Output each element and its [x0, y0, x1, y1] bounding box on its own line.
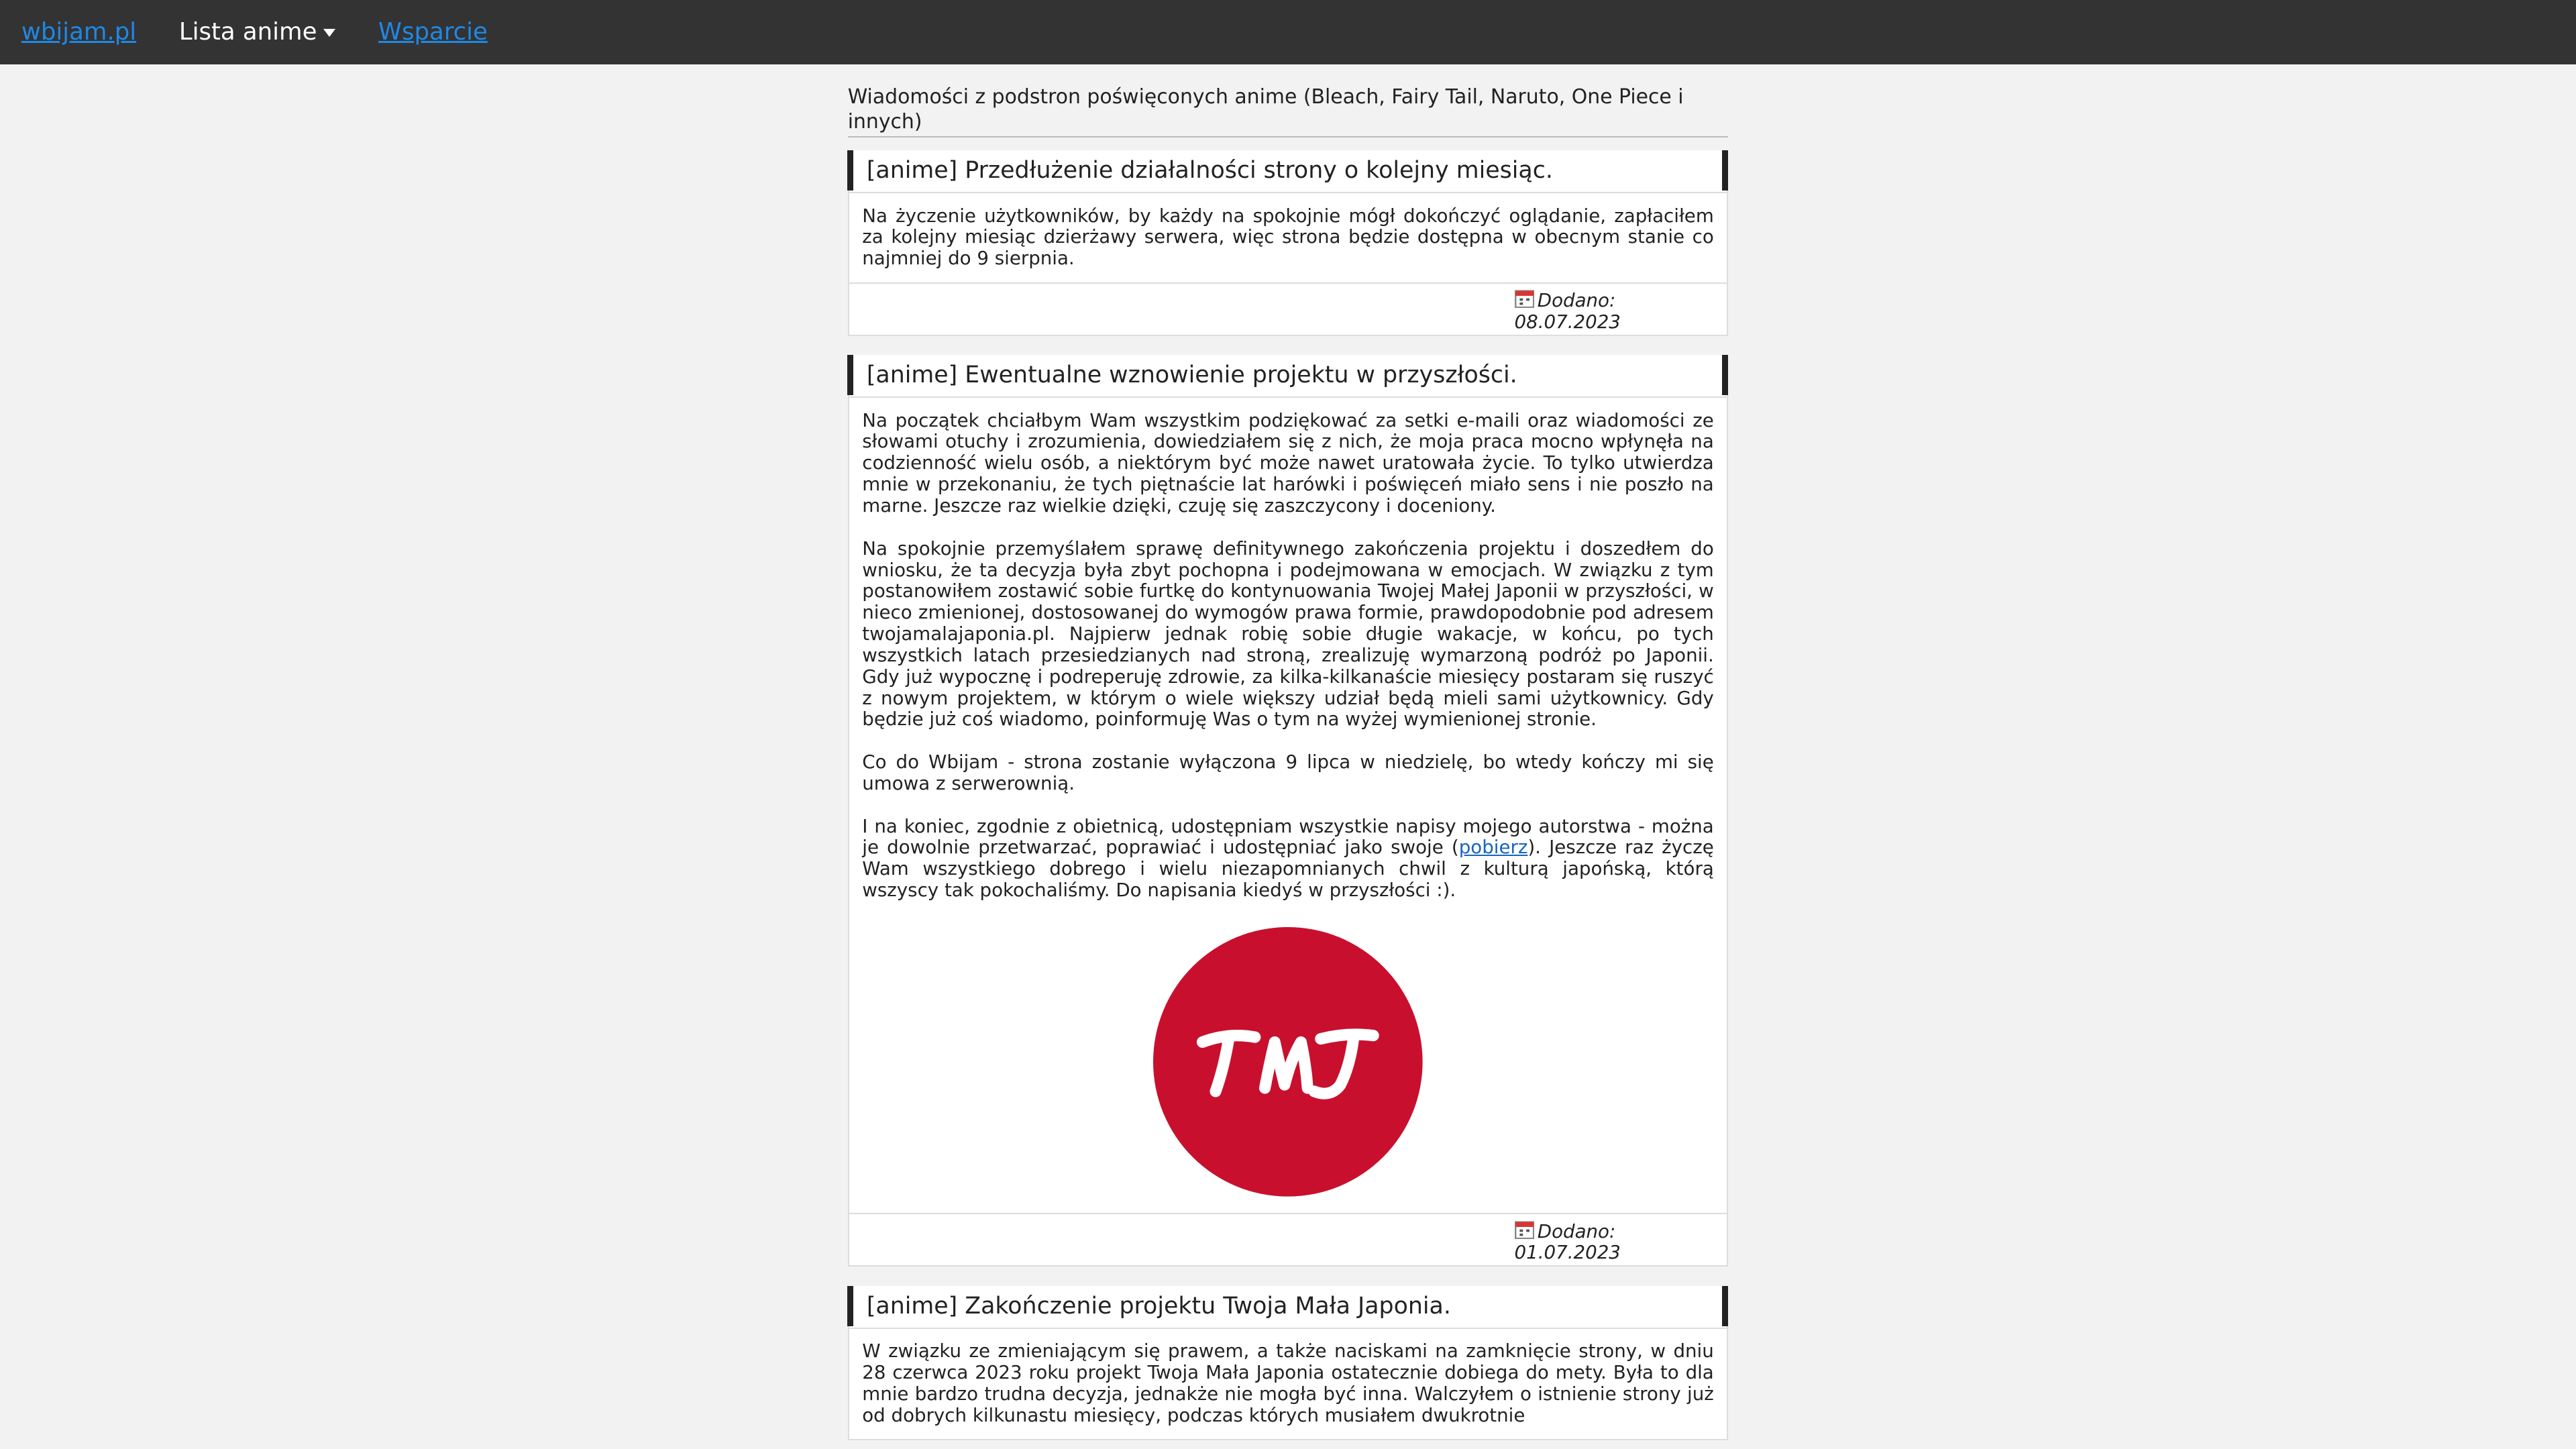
post-title: [anime] Zakończenie projektu Twoja Mała … [847, 1286, 1728, 1326]
post-body: Na życzenie użytkowników, by każdy na sp… [849, 192, 1727, 282]
post-footer: Dodano: 08.07.2023 [849, 282, 1727, 335]
tmj-logo [862, 922, 1714, 1200]
post-paragraph: Co do Wbijam - strona zostanie wyłączona… [862, 751, 1714, 794]
date-label: Dodano: [1537, 288, 1616, 311]
post-title: [anime] Ewentualne wznowienie projektu w… [847, 355, 1728, 396]
date-label: Dodano: [1537, 1220, 1616, 1242]
post-date: Dodano: 08.07.2023 [1514, 288, 1638, 333]
news-post: [anime] Zakończenie projektu Twoja Mała … [847, 1286, 1729, 1441]
news-post: [anime] Ewentualne wznowienie projektu w… [847, 355, 1729, 1267]
download-link[interactable]: pobierz [1459, 836, 1528, 858]
caret-down-icon [323, 28, 336, 37]
anime-list-label: Lista anime [178, 18, 317, 46]
brand-link[interactable]: wbijam.pl [21, 18, 136, 46]
post-body: W związku ze zmieniającym się prawem, a … [849, 1328, 1727, 1439]
post-paragraph: Na początek chciałbym Wam wszystkim podz… [862, 409, 1714, 517]
post-paragraph: I na koniec, zgodnie z obietnicą, udostę… [862, 815, 1714, 901]
calendar-icon [1514, 290, 1534, 309]
top-navbar: wbijam.pl Lista anime Wsparcie [0, 0, 2576, 64]
news-column: Wiadomości z podstron poświęconych anime… [847, 64, 1729, 1441]
post-paragraph: Na życzenie użytkowników, by każdy na sp… [862, 204, 1714, 270]
anime-list-dropdown[interactable]: Lista anime [178, 18, 336, 46]
post-paragraph: W związku ze zmieniającym się prawem, a … [862, 1340, 1714, 1426]
news-post: [anime] Przedłużenie działalności strony… [847, 150, 1729, 336]
post-date: Dodano: 01.07.2023 [1514, 1220, 1638, 1264]
page-intro: Wiadomości z podstron poświęconych anime… [847, 85, 1729, 138]
calendar-icon [1514, 1221, 1534, 1239]
post-title: [anime] Przedłużenie działalności strony… [847, 150, 1728, 191]
date-value: 08.07.2023 [1514, 310, 1621, 333]
support-link[interactable]: Wsparcie [378, 18, 488, 46]
tmj-logo-image [1153, 927, 1423, 1197]
post-paragraph: Na spokojnie przemyślałem sprawę definit… [862, 537, 1714, 731]
post-footer: Dodano: 01.07.2023 [849, 1213, 1727, 1265]
page: wbijam.pl Lista anime Wsparcie Wiadomośc… [0, 0, 2576, 1449]
date-value: 01.07.2023 [1514, 1241, 1621, 1264]
post-body: Na początek chciałbym Wam wszystkim podz… [849, 396, 1727, 1213]
